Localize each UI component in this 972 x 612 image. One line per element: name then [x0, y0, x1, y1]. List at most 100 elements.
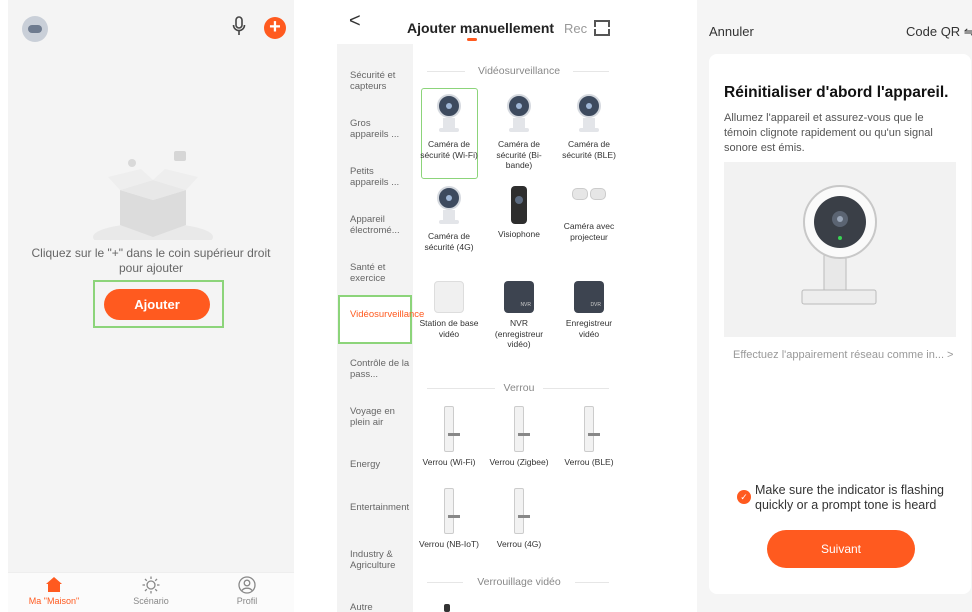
title-underline [467, 38, 477, 41]
device-camera-biband[interactable]: Caméra de sécurité (Bi-bande) [485, 94, 553, 171]
add-manually-screen: < Ajouter manuellement Rec Sécurité et c… [337, 0, 625, 612]
security-camera-icon [435, 94, 463, 134]
nvr-icon: NVR [504, 281, 534, 313]
door-lock-icon [514, 488, 530, 534]
tab-profile[interactable]: Profil [207, 576, 287, 606]
sidebar-item-industry[interactable]: Industry & Agriculture [350, 549, 410, 571]
section-divider [427, 388, 495, 389]
door-lock-icon [444, 406, 460, 452]
home-screen: + Cliquez sur le "+" dans le coin supéri… [8, 0, 294, 612]
camera-illustration [724, 162, 956, 337]
house-icon [14, 576, 94, 596]
empty-box-illustration [93, 151, 213, 240]
category-sidebar: Sécurité et capteurs Gros appareils ... … [337, 44, 424, 612]
device-camera-4g[interactable]: Caméra de sécurité (4G) [415, 186, 483, 252]
video-lock-icon [444, 604, 450, 612]
device-label: Caméra de sécurité (4G) [424, 231, 474, 252]
section-divider [573, 71, 609, 72]
tab-scenario[interactable]: Scénario [111, 576, 191, 606]
security-camera-icon [435, 186, 463, 226]
device-label: Caméra de sécurité (Bi-bande) [496, 139, 542, 170]
sidebar-item-petits-appareils[interactable]: Petits appareils ... [350, 166, 410, 188]
section-divider [575, 582, 609, 583]
empty-state-text: Cliquez sur le "+" dans le coin supérieu… [31, 246, 271, 275]
device-label: Verrou (BLE) [564, 457, 614, 467]
scan-icon[interactable] [592, 20, 612, 36]
instruction-card: Réinitialiser d'abord l'appareil. Allume… [709, 54, 971, 594]
sidebar-item-securite[interactable]: Sécurité et capteurs [350, 70, 410, 92]
qr-code-button[interactable]: Code QR ⇋ [906, 24, 972, 40]
sidebar-item-controle[interactable]: Contrôle de la pass... [350, 358, 410, 380]
security-camera-icon [801, 185, 877, 305]
device-video-recorder[interactable]: DVR Enregistreur vidéo [555, 281, 623, 339]
device-label: Verrou (Wi-Fi) [422, 457, 476, 467]
sidebar-item-sante[interactable]: Santé et exercice [350, 262, 410, 284]
section-divider [427, 582, 463, 583]
back-chevron-icon[interactable]: < [349, 10, 361, 33]
sidebar-item-autre[interactable]: Autre [350, 602, 410, 612]
device-lock-wifi[interactable]: Verrou (Wi-Fi) [415, 406, 483, 468]
add-button[interactable]: Ajouter [104, 289, 210, 320]
device-label: Caméra avec projecteur [563, 221, 615, 242]
device-camera-ble[interactable]: Caméra de sécurité (BLE) [555, 94, 623, 160]
device-label: Verrou (Zigbee) [489, 457, 549, 467]
video-doorbell-icon [511, 186, 527, 224]
nvr-badge: NVR [520, 301, 531, 308]
section-title-verrouillage-video: Verrouillage vidéo [477, 576, 561, 588]
device-label: Caméra de sécurité (Wi-Fi) [420, 139, 478, 160]
device-label: Visiophone [498, 229, 540, 239]
reset-heading: Réinitialiser d'abord l'appareil. [724, 84, 949, 101]
device-label: Verrou (4G) [496, 539, 542, 549]
device-lock-4g[interactable]: Verrou (4G) [485, 488, 553, 550]
tab-profile-label: Profil [236, 596, 258, 606]
checkbox-checked-icon[interactable]: ✓ [737, 490, 751, 504]
device-videophone[interactable]: Visiophone [485, 186, 553, 240]
sun-icon [111, 576, 191, 596]
header: < Ajouter manuellement Rec [337, 0, 625, 44]
device-camera-wifi[interactable]: Caméra de sécurité (Wi-Fi) [415, 94, 483, 160]
device-lock-nbiot[interactable]: Verrou (NB-IoT) [415, 488, 483, 550]
sidebar-item-electromenager[interactable]: Appareil électromé... [350, 214, 410, 236]
security-camera-icon [505, 94, 533, 134]
device-lock-ble[interactable]: Verrou (BLE) [555, 406, 623, 468]
profile-icon [207, 576, 287, 596]
section-title-videosurveillance: Vidéosurveillance [477, 65, 561, 77]
tab-scenario-label: Scénario [133, 596, 169, 606]
pairing-instructions-link[interactable]: Effectuez l'appairement réseau comme in.… [733, 349, 959, 361]
device-label: Verrou (NB-IoT) [419, 539, 479, 549]
door-lock-icon [514, 406, 530, 452]
dvr-badge: DVR [590, 301, 601, 308]
tab-home-label: Ma "Maison" [28, 596, 80, 606]
rec-tab[interactable]: Rec [564, 21, 587, 36]
device-label: Enregistreur vidéo [565, 318, 613, 339]
device-video-base-station[interactable]: Station de base vidéo [415, 281, 483, 339]
device-lock-zigbee[interactable]: Verrou (Zigbee) [485, 406, 553, 468]
confirm-text: Make sure the indicator is flashing quic… [755, 483, 944, 512]
section-divider [427, 71, 465, 72]
microphone-icon[interactable] [228, 16, 250, 40]
section-divider [543, 388, 609, 389]
reset-device-screen: Annuler Code QR ⇋ Réinitialiser d'abord … [697, 0, 972, 612]
door-lock-icon [584, 406, 600, 452]
security-camera-icon [575, 94, 603, 134]
base-station-icon [434, 281, 464, 313]
robot-avatar-icon[interactable] [22, 16, 48, 42]
device-label: Station de base vidéo [419, 318, 479, 339]
sidebar-item-entertainment[interactable]: Entertainment [350, 502, 410, 513]
sidebar-item-gros-appareils[interactable]: Gros appareils ... [350, 118, 410, 140]
bottom-tab-bar: Ma "Maison" Scénario Profil [8, 572, 294, 612]
sidebar-item-voyage[interactable]: Voyage en plein air [350, 406, 410, 428]
next-button[interactable]: Suivant [767, 530, 915, 568]
floodlight-camera-icon [570, 186, 608, 216]
device-label: NVR (enregistreur vidéo) [494, 318, 544, 349]
add-device-plus-icon[interactable]: + [264, 17, 286, 39]
sidebar-item-videosurveillance[interactable]: Vidéosurveillance [350, 309, 424, 320]
sidebar-item-energy[interactable]: Energy [350, 459, 410, 470]
dvr-icon: DVR [574, 281, 604, 313]
tab-home[interactable]: Ma "Maison" [14, 576, 94, 606]
section-title-verrou: Verrou [503, 382, 535, 394]
cancel-button[interactable]: Annuler [709, 24, 754, 39]
device-floodlight-camera[interactable]: Caméra avec projecteur [555, 186, 623, 242]
device-label: Caméra de sécurité (BLE) [562, 139, 616, 160]
device-nvr[interactable]: NVR NVR (enregistreur vidéo) [485, 281, 553, 350]
